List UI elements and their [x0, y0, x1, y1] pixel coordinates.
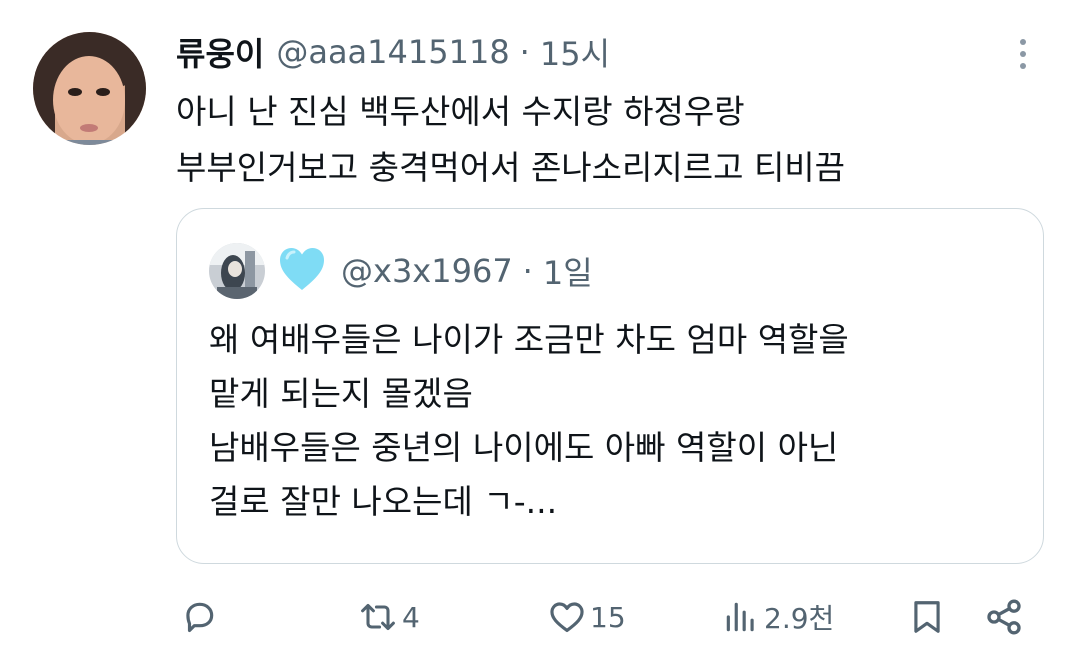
retweet-button[interactable]: 4: [358, 590, 420, 644]
quoted-text-line: 왜 여배우들은 나이가 조금만 차도 엄마 역할을: [209, 320, 849, 359]
tweet-timestamp[interactable]: 15시: [540, 29, 610, 75]
views-count: 2.9천: [764, 602, 835, 635]
tweet-header: 류웅이 @aaa1415118 · 15시: [176, 30, 610, 74]
blue-heart-icon: [277, 245, 327, 295]
share-button[interactable]: [984, 590, 1024, 644]
author-avatar[interactable]: [33, 32, 146, 145]
bookmark-icon: [908, 597, 946, 637]
quoted-tweet-text: 왜 여배우들은 나이가 조금만 차도 엄마 역할을 맡게 되는지 몰겠음 남배우…: [209, 313, 1029, 529]
separator-dot: ·: [522, 252, 533, 290]
more-options-icon[interactable]: [1005, 34, 1041, 74]
tweet-action-bar: 4 15 2.9천: [0, 590, 1080, 644]
like-count: 15: [590, 600, 626, 634]
quoted-author-handle[interactable]: @x3x1967: [341, 252, 513, 290]
quoted-author-avatar[interactable]: [209, 243, 265, 299]
share-icon: [984, 597, 1024, 637]
views-chart-icon: [722, 598, 760, 636]
quoted-text-line: 걸로 잘만 나오는데 ㄱ-...: [209, 482, 558, 521]
quoted-text-line: 남배우들은 중년의 나이에도 아빠 역할이 아닌: [209, 428, 839, 467]
separator-dot: ·: [519, 33, 530, 71]
author-handle[interactable]: @aaa1415118: [276, 33, 509, 71]
like-button[interactable]: 15: [548, 590, 626, 644]
quoted-tweet-meta: @x3x1967 · 1일: [341, 245, 593, 297]
author-display-name[interactable]: 류웅이: [176, 29, 264, 75]
quoted-text-line: 맡게 되는지 몰겠음: [209, 374, 473, 413]
bookmark-button[interactable]: [908, 590, 946, 644]
tweet-text-line: 부부인거보고 충격먹어서 존나소리지르고 티비끔: [176, 148, 846, 187]
retweet-icon: [358, 598, 398, 636]
reply-button[interactable]: [180, 590, 222, 644]
tweet-text: 아니 난 진심 백두산에서 수지랑 하정우랑 부부인거보고 충격먹어서 존나소리…: [176, 84, 1056, 196]
quoted-tweet-card[interactable]: @x3x1967 · 1일 왜 여배우들은 나이가 조금만 차도 엄마 역할을 …: [176, 208, 1044, 564]
heart-icon: [548, 598, 586, 636]
quoted-tweet-timestamp[interactable]: 1일: [543, 248, 593, 294]
reply-icon: [180, 598, 218, 636]
tweet-text-line: 아니 난 진심 백두산에서 수지랑 하정우랑: [176, 92, 745, 131]
views-button[interactable]: 2.9천: [722, 590, 834, 644]
retweet-count: 4: [402, 600, 420, 634]
